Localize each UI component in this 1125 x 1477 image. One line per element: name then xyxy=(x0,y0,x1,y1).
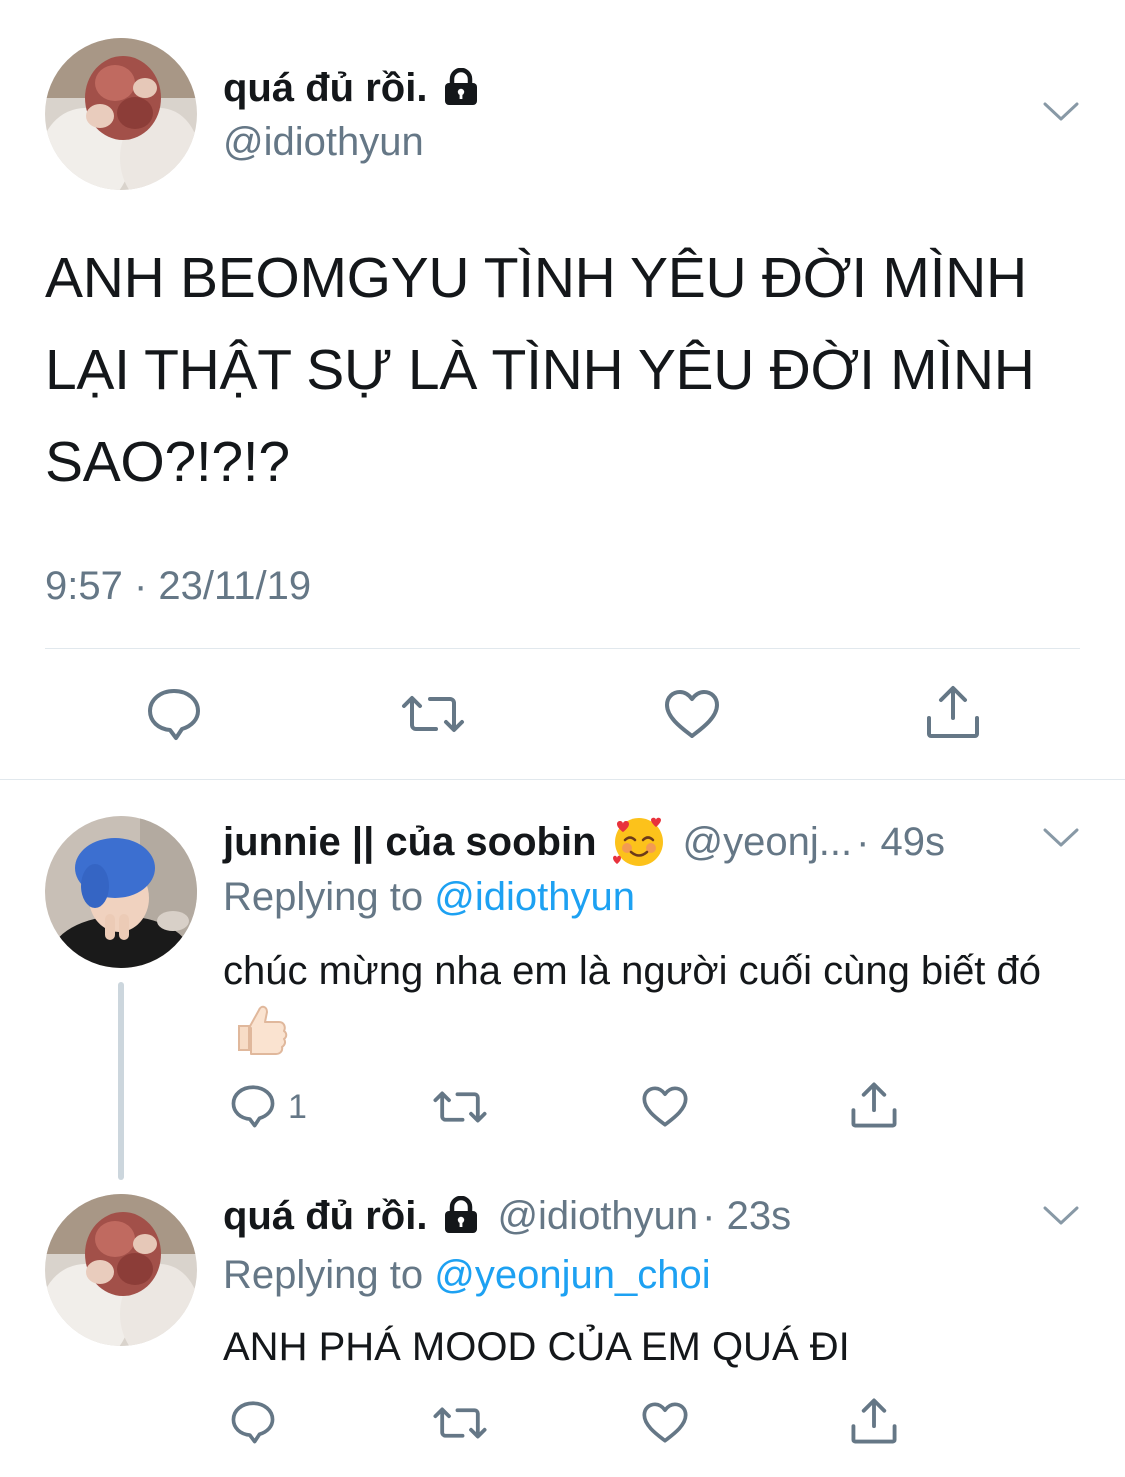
retweet-icon[interactable] xyxy=(432,1405,488,1441)
like-icon[interactable] xyxy=(663,688,721,740)
lock-icon xyxy=(441,1196,481,1236)
divider xyxy=(45,648,1080,649)
time-ago[interactable]: · 23s xyxy=(702,1192,791,1240)
replying-label: Replying to xyxy=(223,875,424,919)
avatar[interactable] xyxy=(45,1194,197,1346)
thumbs-up-icon xyxy=(233,1000,289,1056)
share-icon[interactable] xyxy=(850,1397,898,1445)
thread-line xyxy=(118,982,124,1180)
replying-label: Replying to xyxy=(223,1253,424,1297)
mention-link[interactable]: @yeonjun_choi xyxy=(434,1253,710,1297)
reply-header: junnie || của soobin @yeonj... · 49s xyxy=(223,814,945,870)
time-ago[interactable]: · 49s xyxy=(856,818,945,866)
retweet-icon[interactable] xyxy=(400,693,466,735)
share-icon[interactable] xyxy=(850,1081,898,1129)
reply-icon[interactable] xyxy=(230,1400,276,1444)
reply-text: chúc mừng nha em là người cuối cùng biết… xyxy=(223,942,1043,1058)
divider xyxy=(0,779,1125,780)
handle[interactable]: @yeonj... xyxy=(683,818,853,866)
like-icon[interactable] xyxy=(641,1401,689,1444)
avatar[interactable] xyxy=(45,38,197,190)
reply-text-content: chúc mừng nha em là người cuối cùng biết… xyxy=(223,949,1042,993)
chevron-down-icon[interactable] xyxy=(1043,1205,1079,1227)
like-icon[interactable] xyxy=(641,1085,689,1128)
reply-header: quá đủ rồi. @idiothyun · 23s xyxy=(223,1192,791,1240)
display-name[interactable]: quá đủ rồi. xyxy=(223,64,481,112)
share-icon[interactable] xyxy=(925,684,981,740)
timestamp[interactable]: 9:57 · 23/11/19 xyxy=(45,562,311,610)
chevron-down-icon[interactable] xyxy=(1043,101,1079,123)
tweet-text: ANH BEOMGYU TÌNH YÊU ĐỜI MÌNH LẠI THẬT S… xyxy=(45,246,1035,494)
reply-text: ANH PHÁ MOOD CỦA EM QUÁ ĐI xyxy=(223,1325,850,1369)
reply-icon[interactable] xyxy=(230,1084,276,1128)
display-name[interactable]: quá đủ rồi. xyxy=(223,1192,427,1240)
handle[interactable]: @idiothyun xyxy=(223,118,424,166)
avatar[interactable] xyxy=(45,816,197,968)
replying-to: Replying to @idiothyun xyxy=(223,873,635,921)
chevron-down-icon[interactable] xyxy=(1043,827,1079,849)
replying-to: Replying to @yeonjun_choi xyxy=(223,1251,711,1299)
lock-icon xyxy=(441,68,481,108)
display-name[interactable]: junnie || của soobin xyxy=(223,818,597,866)
mention-link[interactable]: @idiothyun xyxy=(434,875,635,919)
display-name-text: quá đủ rồi. xyxy=(223,66,428,110)
tweet-thread: quá đủ rồi. @idiothyun ANH BEOMGYU TÌNH … xyxy=(0,0,1125,1477)
reply-icon[interactable] xyxy=(146,687,202,741)
retweet-icon[interactable] xyxy=(432,1089,488,1125)
reply-count: 1 xyxy=(288,1088,307,1126)
handle[interactable]: @idiothyun xyxy=(497,1192,698,1240)
smiling-face-hearts-icon xyxy=(611,814,667,870)
